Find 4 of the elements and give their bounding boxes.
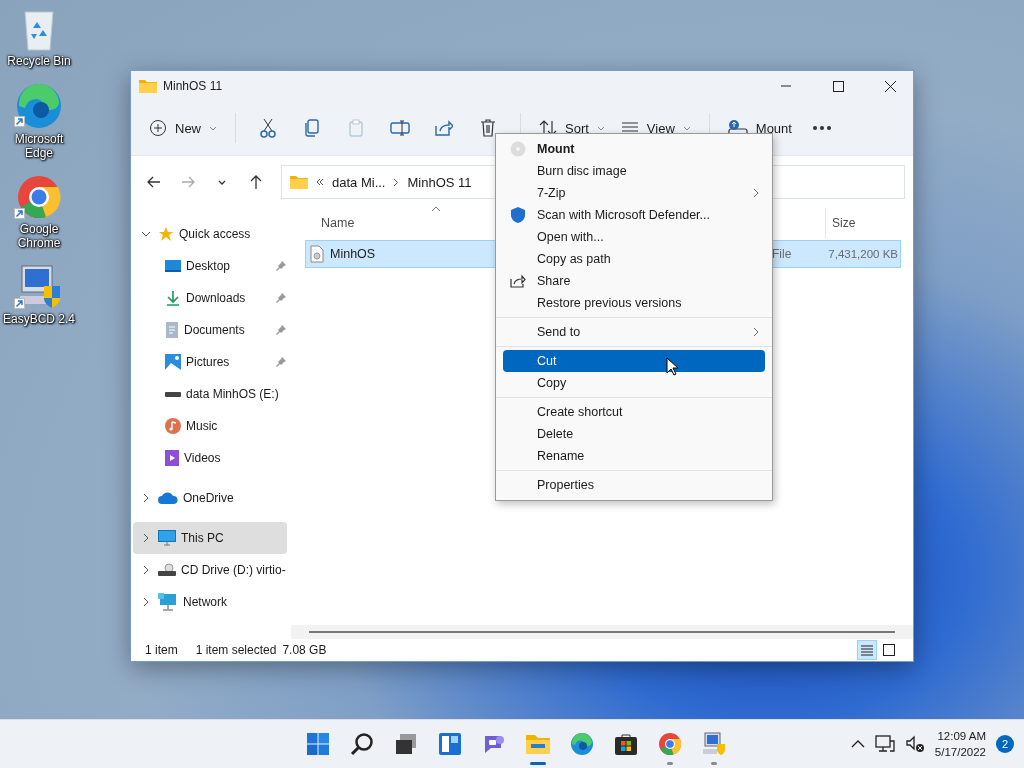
selection-size: 7.08 GB (282, 643, 327, 657)
window-title: MinhOS 11 (163, 79, 224, 93)
selection-info: 1 item selected (195, 643, 277, 657)
item-count: 1 item (145, 643, 178, 657)
